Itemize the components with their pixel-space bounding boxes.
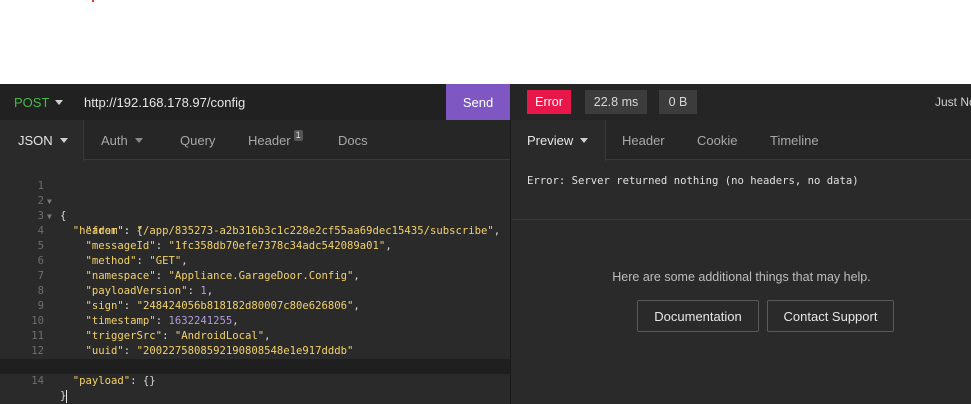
documentation-button[interactable]: Documentation — [637, 300, 759, 332]
help-text: Here are some additional things that may… — [612, 270, 871, 284]
tab-response-header[interactable]: Header — [622, 120, 665, 160]
code-text: "payload": {} — [72, 375, 156, 387]
code-line: 9 "timestamp": 1632241255, — [0, 284, 510, 327]
code-line: 5 "method": "GET", — [0, 224, 510, 267]
response-time-ago: Just No — [935, 95, 971, 109]
chevron-down-icon — [580, 138, 589, 143]
red-dot-mark — [92, 0, 94, 2]
tab-docs-label: Docs — [338, 132, 368, 148]
text-cursor — [66, 389, 68, 403]
time-badge: 22.8 ms — [585, 90, 647, 114]
chevron-down-icon — [59, 138, 68, 143]
chevron-down-icon — [55, 99, 64, 105]
tab-query-label: Query — [180, 132, 216, 148]
method-dropdown[interactable]: POST — [14, 84, 64, 120]
code-line: 6 "namespace": "Appliance.GarageDoor.Con… — [0, 239, 510, 282]
code-line: 11 "uuid": "2002275808592190808548e1e917… — [0, 314, 510, 357]
status-badge: Error — [527, 90, 571, 114]
header-count-badge: 1 — [293, 129, 303, 141]
url-input[interactable]: http://192.168.178.97/config — [84, 84, 444, 120]
code-line: 1 ▼ { — [0, 164, 510, 222]
tab-auth[interactable]: Auth — [101, 120, 143, 160]
tab-preview[interactable]: Preview — [512, 120, 606, 161]
code-line: 2 ▼ "header": { — [0, 179, 510, 237]
response-tabs: Preview Header Cookie Timeline — [512, 120, 971, 161]
tab-cookie-label: Cookie — [697, 132, 738, 148]
tab-docs[interactable]: Docs — [338, 120, 368, 160]
chevron-down-icon — [134, 137, 143, 143]
tab-cookie[interactable]: Cookie — [697, 120, 737, 160]
code-line: 12 }, — [0, 329, 510, 372]
json-editor[interactable]: 1 ▼ { 2 ▼ "header": { 3 "from": "/app/83… — [0, 160, 510, 404]
size-badge: 0 B — [659, 90, 697, 114]
divider — [512, 219, 971, 220]
code-line: 3 "from": "/app/835273-a2b316b3c1c228e2c… — [0, 194, 510, 237]
top-bar: POST http://192.168.178.97/config Send E… — [0, 84, 971, 120]
contact-support-button[interactable]: Contact Support — [767, 300, 894, 332]
response-meta-bar: Error 22.8 ms 0 B Just No — [511, 84, 971, 120]
request-tabs: JSON Auth Query Header 1 Docs — [0, 120, 510, 161]
tab-query[interactable]: Query — [180, 120, 215, 160]
code-line: 10 "triggerSrc": "AndroidLocal", — [0, 299, 510, 342]
insomnia-window: POST http://192.168.178.97/config Send E… — [0, 84, 971, 404]
tab-preview-label: Preview — [527, 133, 574, 148]
tab-response-header-label: Header — [622, 132, 665, 148]
send-button[interactable]: Send — [446, 84, 510, 120]
code-line-current: 14 } — [0, 359, 510, 403]
request-pane: JSON Auth Query Header 1 Docs 1 ▼ {2 ▼ … — [0, 120, 511, 404]
tab-json[interactable]: JSON — [0, 120, 84, 161]
code-line: 4 "messageId": "1fc358db70efe7378c34adc5… — [0, 209, 510, 252]
tab-auth-label: Auth — [101, 132, 128, 148]
tab-header[interactable]: Header 1 — [248, 120, 303, 160]
code-text: } — [60, 389, 68, 403]
code-line: 7 "payloadVersion": 1, — [0, 254, 510, 297]
response-pane: Preview Header Cookie Timeline Error: Se… — [512, 120, 971, 404]
error-message: Error: Server returned nothing (no heade… — [527, 175, 859, 187]
line-number: 14 — [31, 375, 44, 387]
tab-json-label: JSON — [18, 133, 53, 148]
code-line: 8 "sign": "248424056b818182d80007c80e626… — [0, 269, 510, 312]
tab-timeline[interactable]: Timeline — [770, 120, 819, 160]
code-line: 13 "payload": {} — [0, 344, 510, 387]
method-label: POST — [14, 94, 50, 110]
tab-header-label: Header — [248, 132, 291, 148]
tab-timeline-label: Timeline — [770, 132, 819, 148]
